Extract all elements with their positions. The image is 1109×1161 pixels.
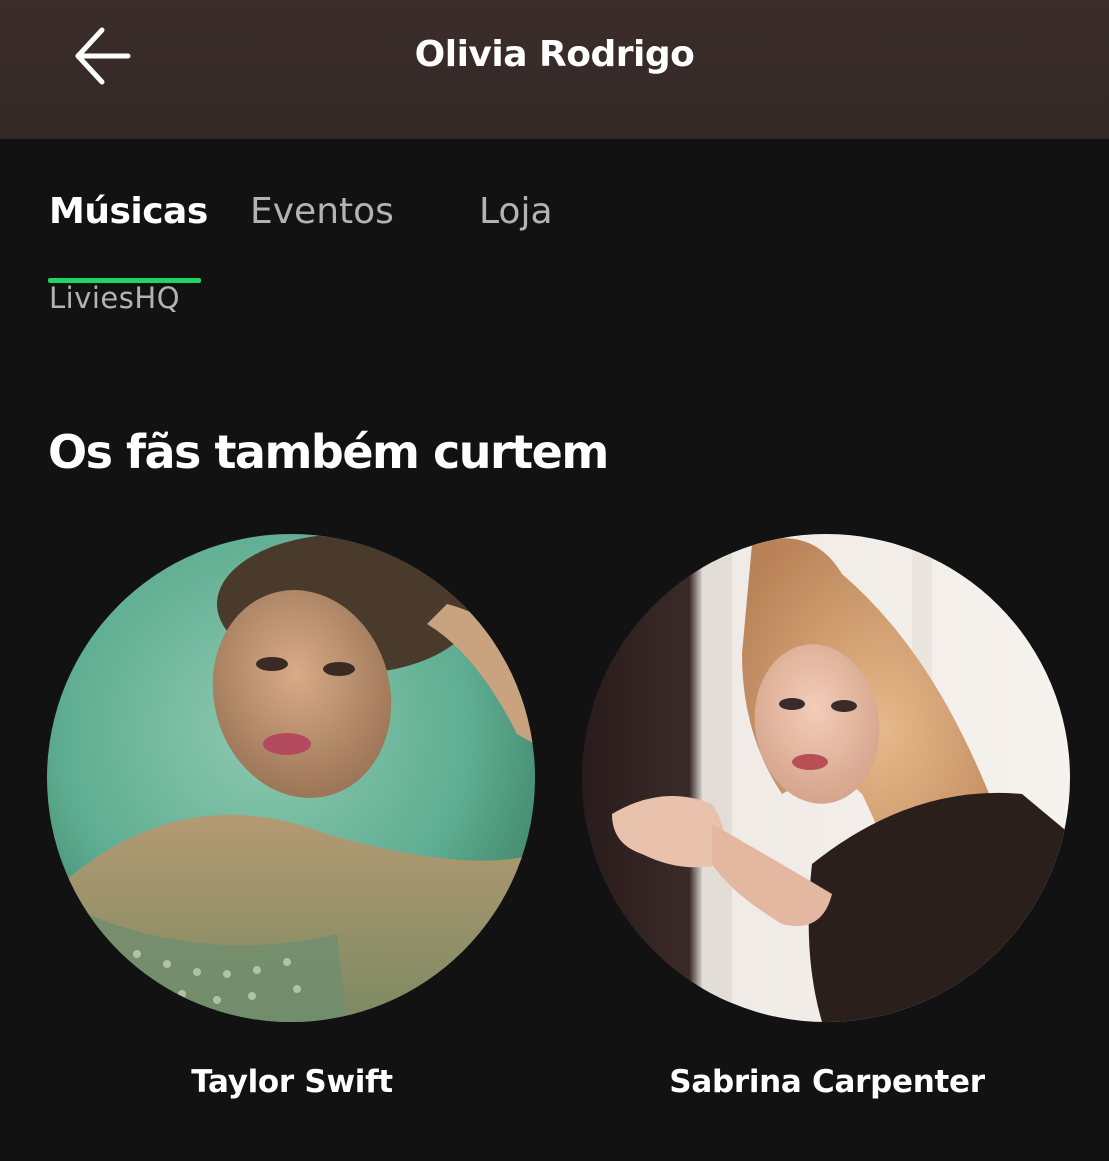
artist-avatar <box>47 534 535 1022</box>
tab-loja[interactable]: Loja <box>479 191 553 232</box>
section-title: Os fãs também curtem <box>48 425 609 479</box>
top-bar: Olivia Rodrigo <box>0 0 1109 139</box>
artist-page: Olivia Rodrigo Músicas Eventos Loja Livi… <box>0 0 1109 1161</box>
artist-card-taylor-swift[interactable]: Taylor Swift <box>47 534 537 1100</box>
tab-eventos[interactable]: Eventos <box>250 191 394 232</box>
artist-card-sabrina-carpenter[interactable]: Sabrina Carpenter <box>582 534 1072 1100</box>
artist-name: Taylor Swift <box>191 1064 393 1100</box>
artist-name: Sabrina Carpenter <box>669 1064 985 1100</box>
watermark: LiviesHQ <box>49 281 181 315</box>
artist-avatar <box>582 534 1070 1022</box>
page-title: Olivia Rodrigo <box>414 34 695 75</box>
tab-musicas[interactable]: Músicas <box>49 191 208 232</box>
